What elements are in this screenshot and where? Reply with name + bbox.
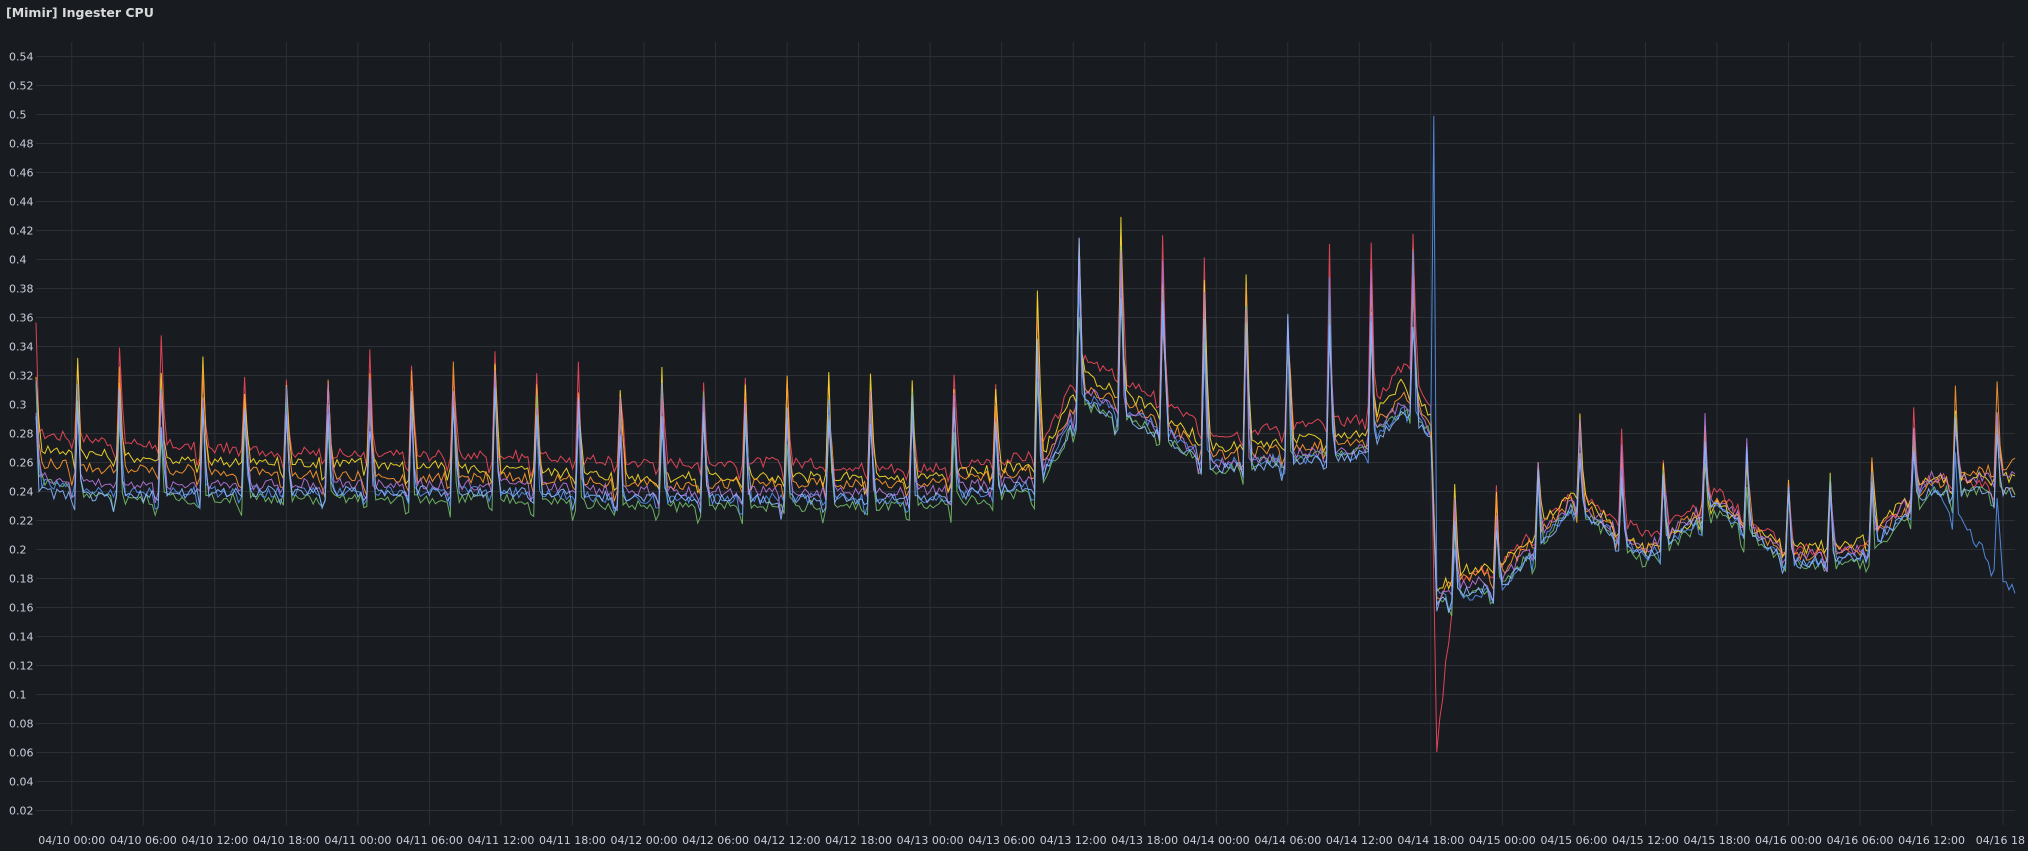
y-tick-label: 0.12: [9, 660, 34, 673]
y-tick-label: 0.42: [9, 225, 34, 238]
y-tick-label: 0.18: [9, 573, 34, 586]
x-tick-label: 04/14 12:00: [1326, 834, 1393, 847]
x-tick-label: 04/16 12:00: [1898, 834, 1965, 847]
x-tick-label: 04/15 18:00: [1684, 834, 1751, 847]
x-tick-label: 04/10 06:00: [110, 834, 177, 847]
y-tick-label: 0.4: [9, 254, 27, 267]
y-tick-label: 0.5: [9, 109, 27, 122]
y-tick-label: 0.54: [9, 51, 34, 64]
x-tick-label: 04/12 00:00: [611, 834, 678, 847]
series-line[interactable]: [35, 251, 2016, 607]
x-axis: 04/10 00:00 04/10 06:00 04/10 12:00 04/10 1…: [38, 834, 2025, 847]
x-tick-label: 04/15 00:00: [1469, 834, 1536, 847]
x-tick-label: 04/16 06:00: [1827, 834, 1894, 847]
x-tick-label: 04/13 18:00: [1111, 834, 1178, 847]
x-tick-label: 04/14 06:00: [1254, 834, 1321, 847]
y-tick-label: 0.32: [9, 370, 34, 383]
y-tick-label: 0.16: [9, 602, 34, 615]
x-tick-label: 04/16 18: [1976, 834, 2025, 847]
x-tick-label: 04/12 06:00: [682, 834, 749, 847]
x-tick-label: 04/11 06:00: [396, 834, 463, 847]
series-line[interactable]: [35, 238, 2016, 601]
x-tick-label: 04/15 12:00: [1612, 834, 1679, 847]
y-axis: 0.02 0.04 0.06 0.08 0.1 0.12 0.14 0.16 0.18 0.2 0.…: [9, 51, 34, 818]
y-tick-label: 0.46: [9, 167, 34, 180]
x-tick-label: 04/10 00:00: [38, 834, 105, 847]
x-tick-label: 04/11 18:00: [539, 834, 606, 847]
y-tick-label: 0.34: [9, 341, 34, 354]
series-line[interactable]: [35, 237, 2016, 613]
y-tick-label: 0.36: [9, 312, 34, 325]
x-tick-label: 04/13 06:00: [968, 834, 1035, 847]
line-chart[interactable]: 0.02 0.04 0.06 0.08 0.1 0.12 0.14 0.16 0.18 0.2 0.…: [0, 0, 2028, 851]
panel: [Mimir] Ingester CPU 0.02 0.04 0.06 0.08 0.1…: [0, 0, 2028, 851]
y-tick-label: 0.44: [9, 196, 34, 209]
y-tick-label: 0.04: [9, 776, 34, 789]
y-tick-label: 0.22: [9, 515, 34, 528]
x-tick-label: 04/10 18:00: [253, 834, 320, 847]
y-tick-label: 0.14: [9, 631, 34, 644]
x-tick-label: 04/13 12:00: [1040, 834, 1107, 847]
grid: [36, 42, 2015, 825]
series-line[interactable]: [35, 245, 2016, 617]
x-tick-label: 04/12 18:00: [825, 834, 892, 847]
x-tick-label: 04/12 12:00: [754, 834, 821, 847]
y-tick-label: 0.2: [9, 544, 27, 557]
y-tick-label: 0.06: [9, 747, 34, 760]
y-tick-label: 0.26: [9, 457, 34, 470]
series-line[interactable]: [35, 115, 2016, 614]
x-tick-label: 04/11 12:00: [467, 834, 534, 847]
y-tick-label: 0.08: [9, 718, 34, 731]
x-tick-label: 04/14 00:00: [1183, 834, 1250, 847]
y-tick-label: 0.28: [9, 428, 34, 441]
y-tick-label: 0.24: [9, 486, 34, 499]
x-tick-label: 04/14 18:00: [1397, 834, 1464, 847]
x-tick-label: 04/16 00:00: [1755, 834, 1822, 847]
y-tick-label: 0.02: [9, 805, 34, 818]
y-tick-label: 0.48: [9, 138, 34, 151]
x-tick-label: 04/13 00:00: [897, 834, 964, 847]
y-tick-label: 0.3: [9, 399, 27, 412]
x-tick-label: 04/11 00:00: [324, 834, 391, 847]
x-tick-label: 04/10 12:00: [181, 834, 248, 847]
y-tick-label: 0.38: [9, 283, 34, 296]
y-tick-label: 0.1: [9, 689, 27, 702]
x-tick-label: 04/15 06:00: [1540, 834, 1607, 847]
y-tick-label: 0.52: [9, 80, 34, 93]
